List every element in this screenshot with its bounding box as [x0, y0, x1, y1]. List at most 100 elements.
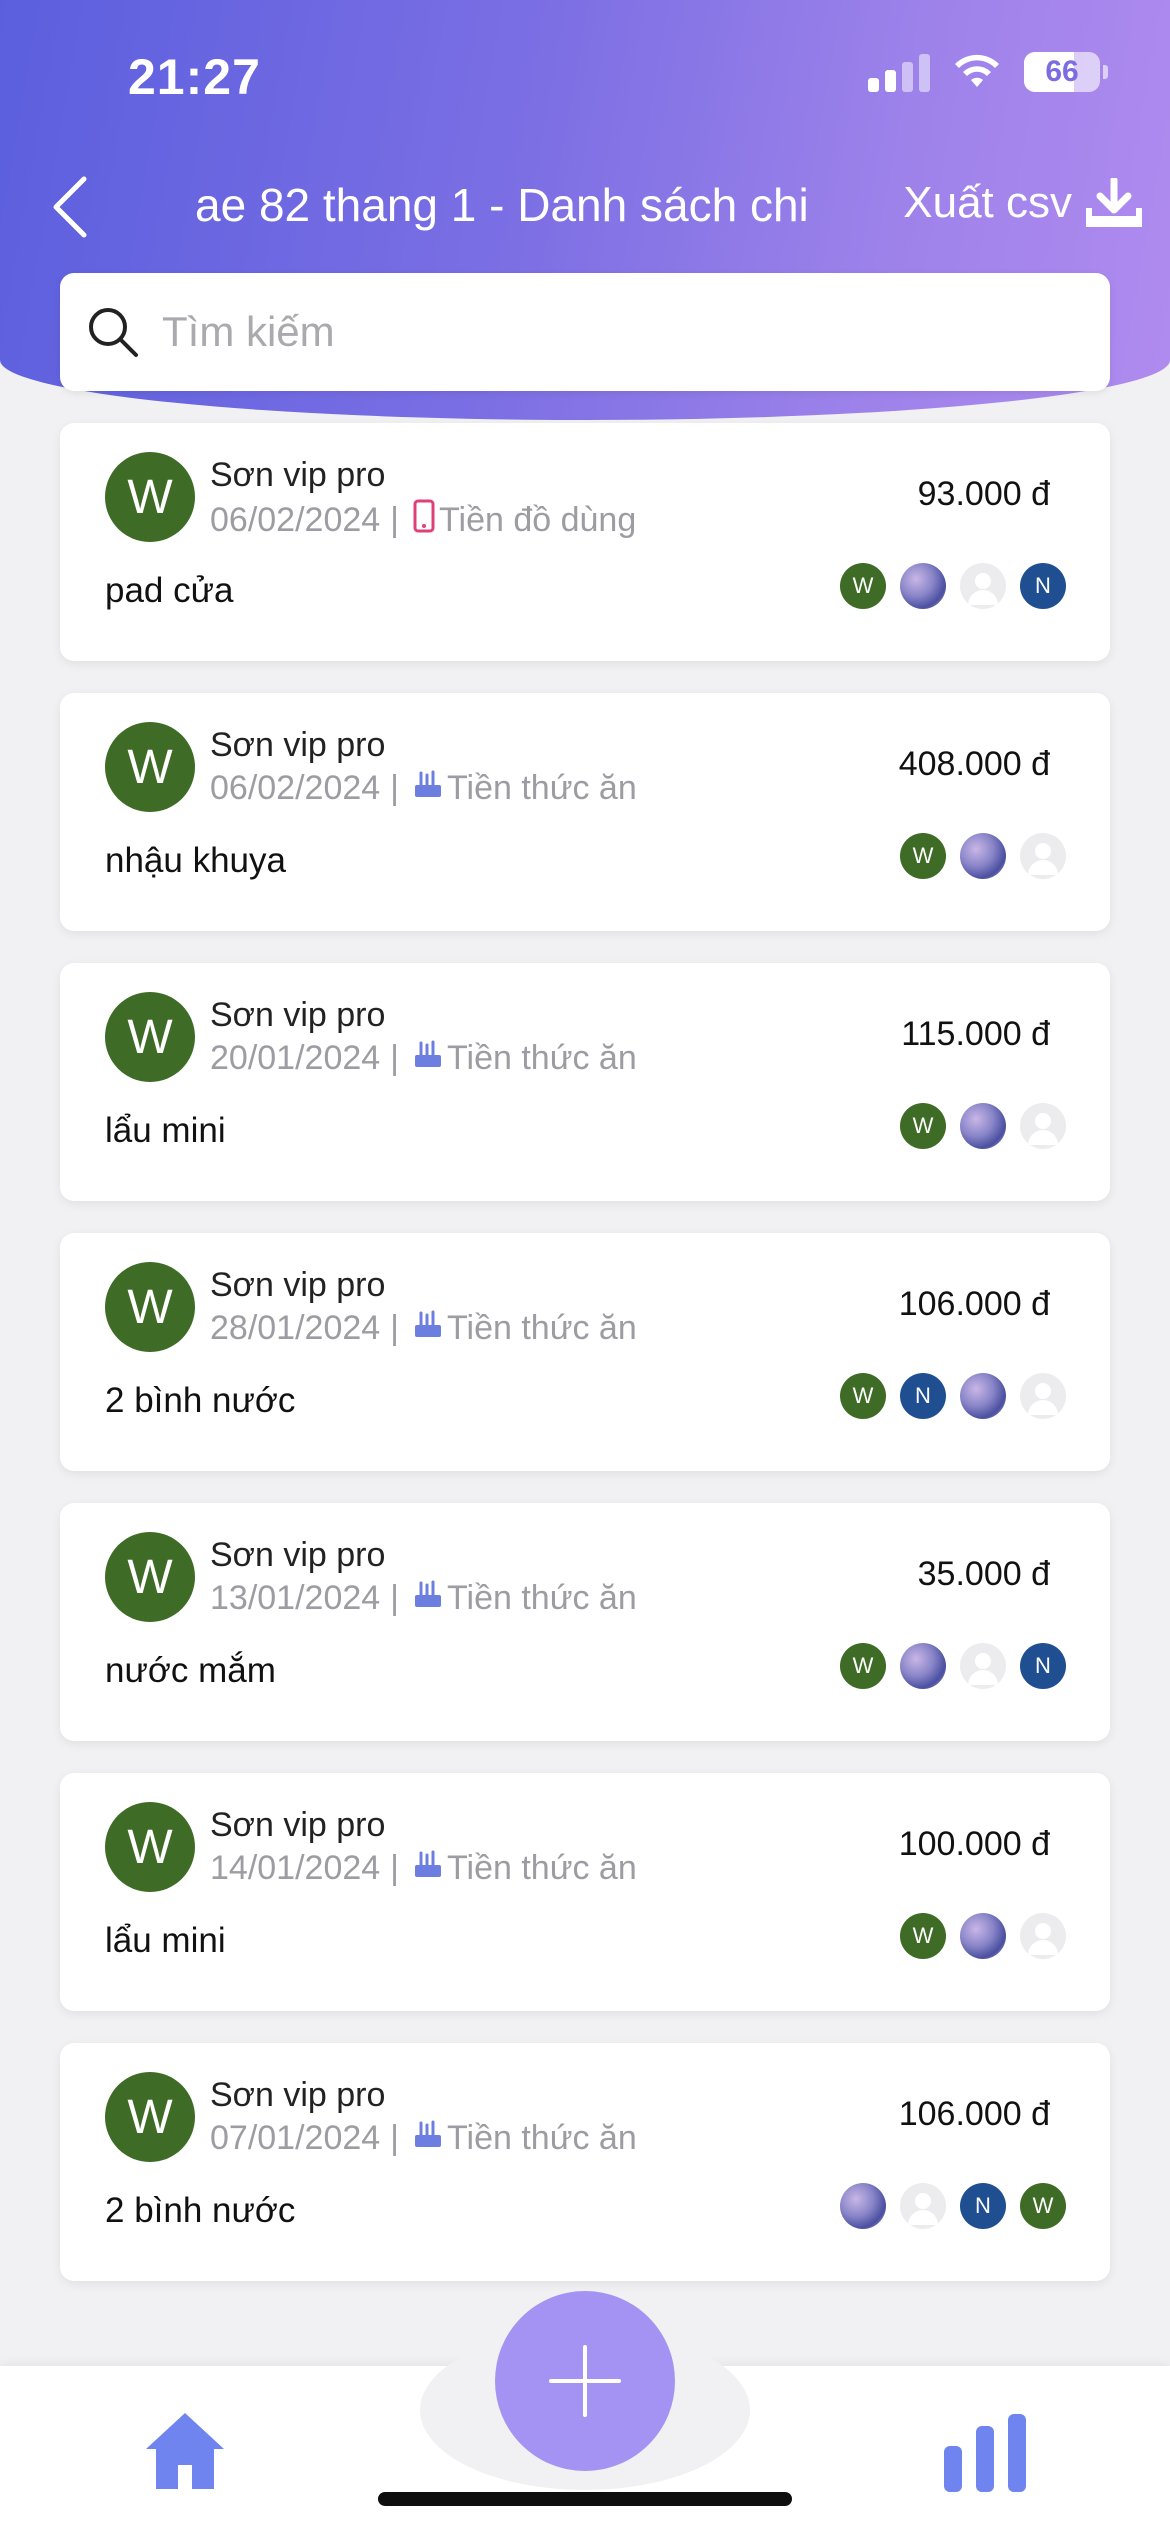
expense-category: Tiền thức ăn	[447, 1849, 637, 1887]
member-avatars: NW	[840, 2183, 1066, 2229]
download-icon	[1086, 178, 1142, 227]
expense-card[interactable]: W Sơn vip pro 20/01/2024 | Tiền thức ăn …	[60, 963, 1110, 1201]
battery-icon: 66	[1024, 52, 1100, 92]
wifi-icon	[955, 54, 999, 87]
expense-card[interactable]: W Sơn vip pro 13/01/2024 | Tiền thức ăn …	[60, 1503, 1110, 1741]
expense-meta: 28/01/2024 | Tiền thức ăn	[210, 1309, 637, 1347]
expense-meta: 13/01/2024 | Tiền thức ăn	[210, 1579, 637, 1618]
payer-name: Sơn vip pro	[210, 2076, 386, 2114]
payer-avatar: W	[105, 2072, 195, 2162]
member-avatars: WN	[840, 563, 1066, 609]
status-icons: 66	[868, 52, 1108, 92]
add-expense-button[interactable]	[495, 2291, 675, 2471]
member-blank-avatar	[1020, 833, 1066, 879]
expense-category: Tiền thức ăn	[447, 769, 637, 807]
expense-description: nước mắm	[105, 1651, 276, 1690]
expense-card[interactable]: W Sơn vip pro 14/01/2024 | Tiền thức ăn …	[60, 1773, 1110, 2011]
home-icon	[146, 2413, 224, 2489]
export-csv-label: Xuất csv	[903, 178, 1072, 227]
payer-avatar: W	[105, 722, 195, 812]
member-avatar: W	[840, 1373, 886, 1419]
search-placeholder: Tìm kiếm	[162, 308, 335, 355]
phone-icon	[413, 499, 435, 542]
search-input[interactable]: Tìm kiếm	[60, 273, 1110, 391]
member-avatars: WN	[840, 1643, 1066, 1689]
page-title: ae 82 thang 1 - Danh sách chi	[195, 179, 809, 231]
payer-name: Sơn vip pro	[210, 1266, 386, 1304]
battery-level: 66	[1045, 55, 1079, 88]
expense-meta: 06/02/2024 | Tiền thức ăn	[210, 769, 637, 807]
expense-list: W Sơn vip pro 06/02/2024 | Tiền đồ dùng …	[60, 423, 1110, 2313]
expense-card[interactable]: W Sơn vip pro 06/02/2024 | Tiền thức ăn …	[60, 693, 1110, 931]
expense-description: pad cửa	[105, 571, 234, 610]
chevron-left-icon	[53, 176, 87, 238]
member-photo-avatar	[960, 1913, 1006, 1959]
member-photo-avatar	[900, 1643, 946, 1689]
cellular-signal-icon	[868, 52, 930, 92]
export-csv-button[interactable]: Xuất csv	[903, 178, 1142, 228]
home-button[interactable]	[140, 2405, 230, 2495]
header: 21:27 66 ae 82 thang 1 - Danh sách chi X…	[0, 0, 1170, 420]
expense-description: nhậu khuya	[105, 841, 286, 880]
member-avatar: N	[900, 1373, 946, 1419]
member-photo-avatar	[960, 1103, 1006, 1149]
expense-date: 20/01/2024	[210, 1039, 381, 1077]
payer-name: Sơn vip pro	[210, 726, 386, 764]
expense-amount: 35.000 đ	[917, 1555, 1050, 1593]
expense-date: 07/01/2024	[210, 2119, 381, 2157]
member-avatars: W	[900, 833, 1066, 879]
expense-date: 06/02/2024	[210, 501, 381, 539]
payer-avatar: W	[105, 452, 195, 542]
expense-category: Tiền đồ dùng	[439, 501, 637, 539]
expense-meta: 14/01/2024 | Tiền thức ăn	[210, 1849, 637, 1887]
expense-amount: 100.000 đ	[898, 1825, 1050, 1863]
payer-name: Sơn vip pro	[210, 1806, 386, 1844]
member-avatar: W	[900, 1103, 946, 1149]
member-avatars: WN	[840, 1373, 1066, 1419]
member-photo-avatar	[960, 833, 1006, 879]
member-blank-avatar	[960, 1643, 1006, 1689]
search-icon	[89, 308, 138, 357]
food-icon	[413, 2119, 443, 2158]
payer-name: Sơn vip pro	[210, 1536, 386, 1574]
member-avatar: W	[900, 1913, 946, 1959]
expense-description: lẩu mini	[105, 1921, 226, 1960]
payer-avatar: W	[105, 1532, 195, 1622]
expense-amount: 106.000 đ	[898, 1285, 1050, 1323]
payer-name: Sơn vip pro	[210, 456, 386, 494]
expense-card[interactable]: W Sơn vip pro 28/01/2024 | Tiền thức ăn …	[60, 1233, 1110, 1471]
expense-card[interactable]: W Sơn vip pro 07/01/2024 | Tiền thức ăn …	[60, 2043, 1110, 2281]
bar-chart-icon	[944, 2414, 1026, 2492]
food-icon	[413, 1039, 443, 1078]
statistics-button[interactable]	[940, 2412, 1030, 2492]
expense-date: 14/01/2024	[210, 1849, 381, 1887]
expense-category: Tiền thức ăn	[447, 1039, 637, 1077]
member-photo-avatar	[840, 2183, 886, 2229]
member-avatar: W	[900, 833, 946, 879]
expense-amount: 106.000 đ	[898, 2095, 1050, 2133]
member-blank-avatar	[1020, 1913, 1066, 1959]
member-photo-avatar	[960, 1373, 1006, 1419]
payer-avatar: W	[105, 1802, 195, 1892]
back-button[interactable]	[40, 172, 100, 242]
expense-date: 06/02/2024	[210, 769, 381, 807]
member-avatar: W	[1020, 2183, 1066, 2229]
member-avatar: W	[840, 563, 886, 609]
status-time: 21:27	[128, 49, 261, 105]
expense-description: 2 bình nước	[105, 2191, 296, 2230]
expense-meta: 06/02/2024 | Tiền đồ dùng	[210, 499, 636, 542]
member-blank-avatar	[1020, 1373, 1066, 1419]
member-avatar: N	[1020, 1643, 1066, 1689]
food-icon	[413, 1579, 443, 1618]
expense-category: Tiền thức ăn	[447, 1579, 637, 1617]
expense-card[interactable]: W Sơn vip pro 06/02/2024 | Tiền đồ dùng …	[60, 423, 1110, 661]
expense-meta: 20/01/2024 | Tiền thức ăn	[210, 1039, 637, 1078]
payer-name: Sơn vip pro	[210, 996, 386, 1034]
expense-meta: 07/01/2024 | Tiền thức ăn	[210, 2119, 637, 2158]
expense-amount: 115.000 đ	[901, 1015, 1050, 1053]
expense-category: Tiền thức ăn	[447, 2119, 637, 2157]
home-indicator	[378, 2492, 792, 2506]
member-avatar: N	[960, 2183, 1006, 2229]
expense-date: 13/01/2024	[210, 1579, 381, 1617]
plus-icon	[549, 2345, 621, 2417]
